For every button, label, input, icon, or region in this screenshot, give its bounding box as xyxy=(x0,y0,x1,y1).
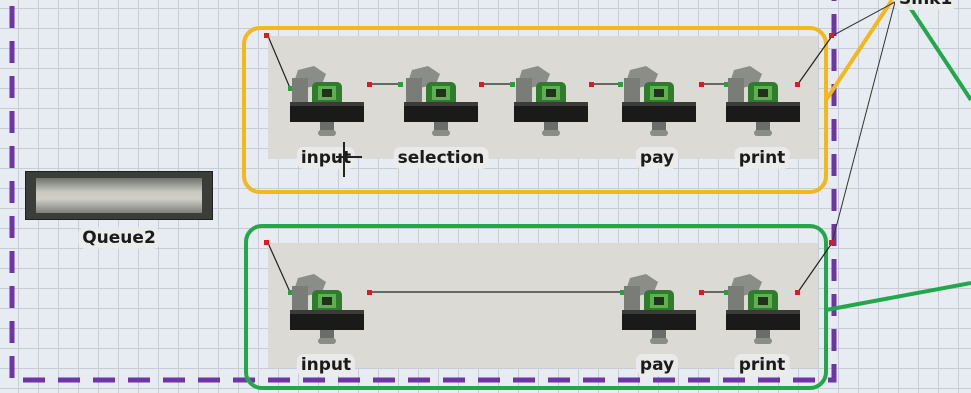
processor-icon[interactable] xyxy=(720,270,800,348)
processor-icon[interactable] xyxy=(284,62,364,140)
bottom-processor-label-pay: pay xyxy=(635,354,679,376)
processor-icon[interactable] xyxy=(284,270,364,348)
processor-icon[interactable] xyxy=(616,270,696,348)
queue-object[interactable] xyxy=(25,171,213,220)
top-processor-label-selection: selection xyxy=(393,147,489,169)
processor-icon[interactable] xyxy=(398,62,478,140)
bottom-processor-label-print: print xyxy=(734,354,790,376)
bottom-processor-label-input: input xyxy=(296,354,356,376)
top-group-to-sink-line xyxy=(824,0,894,102)
top-processor-label-input: input xyxy=(296,147,356,169)
processor-icon[interactable] xyxy=(720,62,800,140)
model-canvas[interactable]: Queue2 Sink1 input selection pay print i… xyxy=(0,0,971,393)
cursor-crosshair-icon xyxy=(336,156,362,158)
sink-green-line xyxy=(903,0,971,102)
processor-icon[interactable] xyxy=(616,62,696,140)
queue-label: Queue2 xyxy=(78,227,160,249)
top-processor-label-pay: pay xyxy=(635,147,679,169)
cursor-icon xyxy=(343,142,345,177)
top-processor-label-print: print xyxy=(734,147,790,169)
sink-label: Sink1 xyxy=(895,0,957,10)
processor-icon[interactable] xyxy=(508,62,588,140)
bottom-group-to-sink-line xyxy=(825,281,971,312)
